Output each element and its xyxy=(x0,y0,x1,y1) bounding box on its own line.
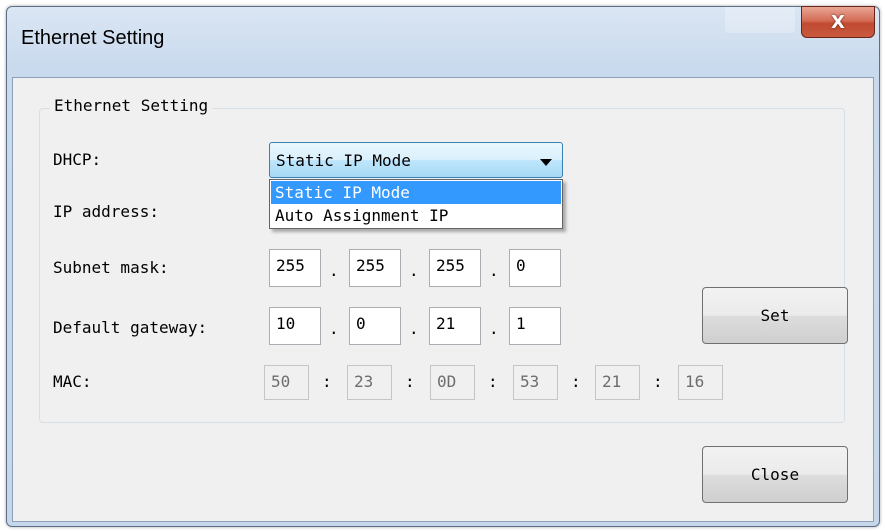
close-button[interactable]: Close xyxy=(702,446,848,503)
subnet-mask-octet-2[interactable]: 255 xyxy=(349,249,401,287)
mac-byte-4: 53 xyxy=(513,365,558,400)
title-bar[interactable]: Ethernet Setting X xyxy=(7,6,879,79)
mac-colon-3: : xyxy=(488,372,498,391)
group-title: Ethernet Setting xyxy=(50,96,213,115)
subnet-mask-octet-1[interactable]: 255 xyxy=(269,249,321,287)
gateway-octet-2[interactable]: 0 xyxy=(349,307,401,345)
subnet-mask-octet-4[interactable]: 0 xyxy=(509,249,561,287)
subnet-mask-octet-3[interactable]: 255 xyxy=(429,249,481,287)
mac-byte-3: 0D xyxy=(430,365,475,400)
dhcp-dropdown-list: Static IP Mode Auto Assignment IP xyxy=(269,179,563,229)
gateway-dot-1: . xyxy=(329,319,339,338)
close-icon: X xyxy=(831,11,845,33)
subnet-dot-1: . xyxy=(329,261,339,280)
dhcp-option-static-ip[interactable]: Static IP Mode xyxy=(271,181,561,204)
set-button[interactable]: Set xyxy=(702,287,848,344)
gateway-dot-3: . xyxy=(489,319,499,338)
mac-colon-2: : xyxy=(405,372,415,391)
mac-byte-1: 50 xyxy=(264,365,309,400)
subnet-mask-label: Subnet mask: xyxy=(53,258,169,277)
mac-byte-6: 16 xyxy=(678,365,723,400)
chevron-down-icon[interactable] xyxy=(540,159,552,166)
ip-address-label: IP address: xyxy=(53,202,159,221)
gateway-octet-1[interactable]: 10 xyxy=(269,307,321,345)
mac-label: MAC: xyxy=(53,372,92,391)
dialog-client-area: Ethernet Setting DHCP: Static IP Mode St… xyxy=(12,77,874,522)
title-bar-button-ghost xyxy=(725,7,795,33)
subnet-dot-3: . xyxy=(489,261,499,280)
gateway-octet-3[interactable]: 21 xyxy=(429,307,481,345)
dhcp-combobox[interactable]: Static IP Mode xyxy=(269,142,563,178)
dhcp-option-auto-assignment[interactable]: Auto Assignment IP xyxy=(271,204,561,227)
window-title: Ethernet Setting xyxy=(21,27,165,49)
gateway-octet-4[interactable]: 1 xyxy=(509,307,561,345)
dialog-window: Ethernet Setting X Ethernet Setting DHCP… xyxy=(6,6,880,527)
subnet-dot-2: . xyxy=(409,261,419,280)
mac-colon-5: : xyxy=(653,372,663,391)
mac-colon-1: : xyxy=(322,372,332,391)
window-close-button[interactable]: X xyxy=(801,6,875,38)
gateway-dot-2: . xyxy=(409,319,419,338)
mac-colon-4: : xyxy=(571,372,581,391)
default-gateway-label: Default gateway: xyxy=(53,318,208,337)
mac-byte-5: 21 xyxy=(595,365,640,400)
dhcp-selected-value: Static IP Mode xyxy=(276,151,411,170)
mac-byte-2: 23 xyxy=(347,365,392,400)
dhcp-label: DHCP: xyxy=(53,150,102,169)
